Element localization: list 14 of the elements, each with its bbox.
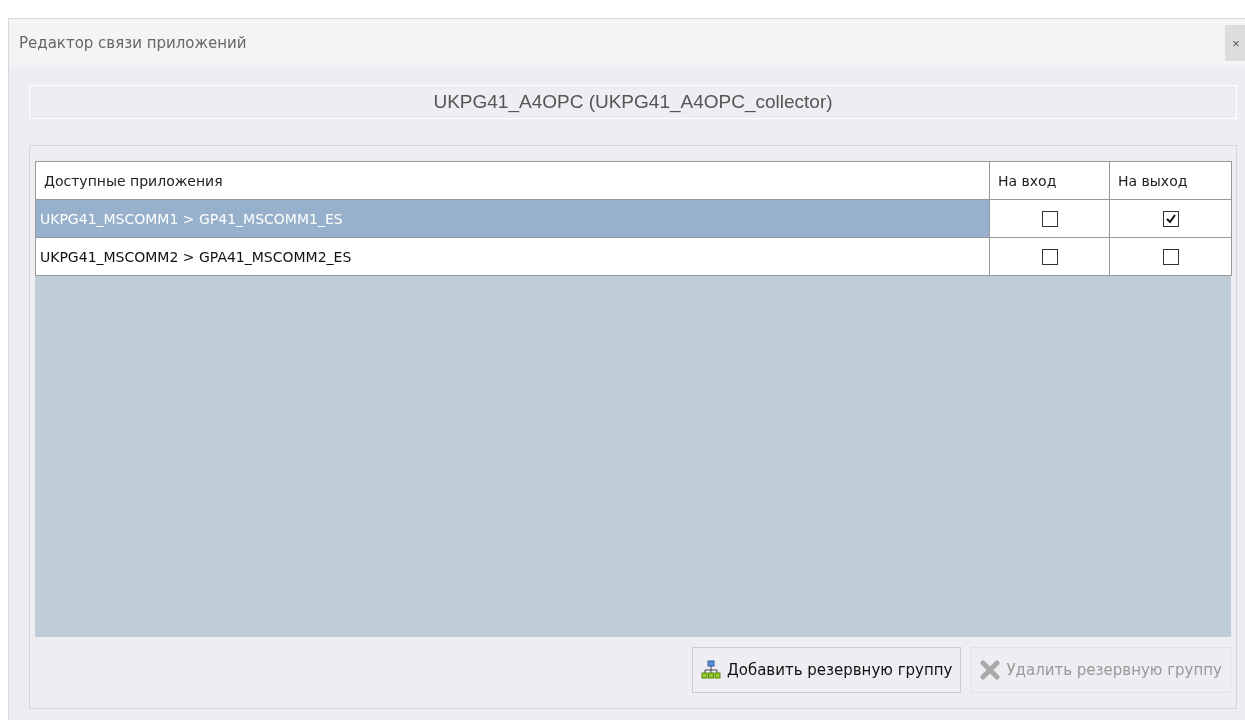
column-header[interactable]: Доступные приложения — [35, 161, 990, 200]
table-cell[interactable]: UKPG41_MSCOMM2 > GPA41_MSCOMM2_ES — [35, 237, 990, 276]
add-button[interactable]: Добавить резервную группу — [692, 647, 962, 693]
network-icon — [701, 660, 721, 680]
column-header[interactable]: На вход — [989, 161, 1110, 200]
window-title: Редактор связи приложений — [19, 34, 247, 52]
checkbox[interactable] — [1162, 248, 1179, 265]
column-header[interactable]: На выход — [1109, 161, 1232, 200]
cross-icon — [980, 660, 1001, 680]
close-button[interactable]: × — [1225, 25, 1245, 61]
checkbox[interactable] — [1162, 210, 1179, 227]
checkbox[interactable] — [1041, 248, 1058, 265]
header-field: UKPG41_A4OPC (UKPG41_A4OPC_collector) — [29, 85, 1237, 119]
checkbox[interactable] — [1041, 210, 1058, 227]
